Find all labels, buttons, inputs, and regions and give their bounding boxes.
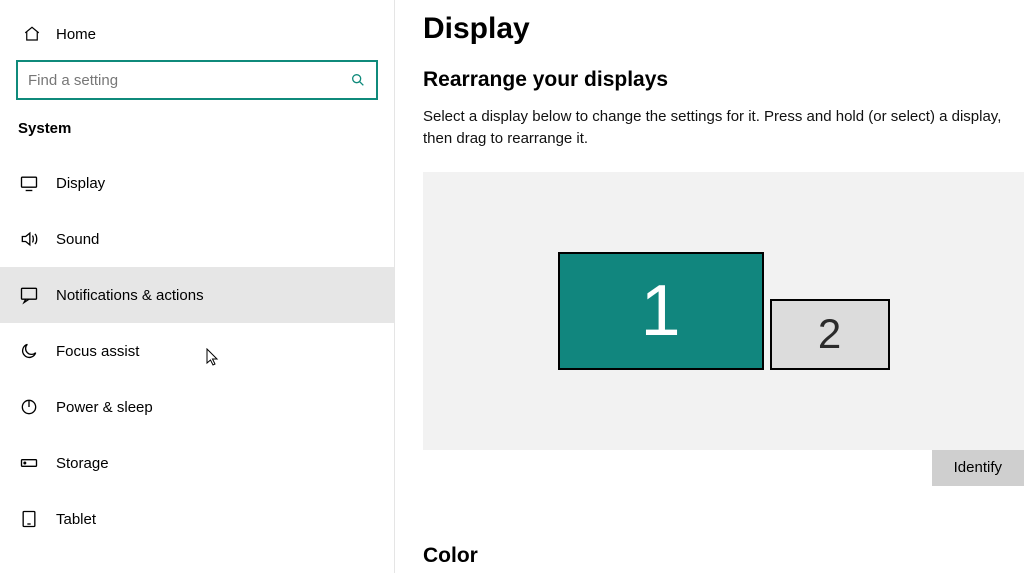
home-link[interactable]: Home: [0, 18, 394, 60]
sidebar-item-label: Storage: [56, 455, 109, 472]
home-label: Home: [56, 26, 96, 43]
rearrange-heading: Rearrange your displays: [423, 68, 1024, 92]
sidebar-item-notifications[interactable]: Notifications & actions: [0, 267, 394, 323]
sidebar-item-label: Tablet: [56, 511, 96, 528]
sidebar-item-label: Display: [56, 175, 105, 192]
storage-icon: [18, 452, 40, 474]
search-box[interactable]: [16, 60, 378, 100]
sidebar-item-power-sleep[interactable]: Power & sleep: [0, 379, 394, 435]
moon-icon: [18, 340, 40, 362]
identify-button[interactable]: Identify: [932, 450, 1024, 486]
monitor-1[interactable]: 1: [558, 252, 764, 370]
monitor-icon: [18, 172, 40, 194]
sidebar-item-label: Power & sleep: [56, 399, 153, 416]
main-content: Display Rearrange your displays Select a…: [395, 0, 1024, 573]
monitors-group: 1 2: [558, 252, 890, 370]
sidebar-section-title: System: [0, 120, 394, 155]
sidebar-item-label: Sound: [56, 231, 99, 248]
power-icon: [18, 396, 40, 418]
rearrange-description: Select a display below to change the set…: [423, 106, 1024, 150]
sidebar-item-tablet[interactable]: Tablet: [0, 491, 394, 547]
sidebar-item-label: Focus assist: [56, 343, 139, 360]
sidebar-item-focus-assist[interactable]: Focus assist: [0, 323, 394, 379]
display-arrangement-area[interactable]: 1 2 Identify: [423, 172, 1024, 450]
sidebar-item-storage[interactable]: Storage: [0, 435, 394, 491]
tablet-icon: [18, 508, 40, 530]
search-icon: [350, 72, 366, 88]
sidebar-item-label: Notifications & actions: [56, 287, 204, 304]
notifications-icon: [18, 284, 40, 306]
sidebar: Home System Display Sound Not: [0, 0, 395, 573]
sidebar-item-display[interactable]: Display: [0, 155, 394, 211]
nav-list: Display Sound Notifications & actions Fo…: [0, 155, 394, 547]
sound-icon: [18, 228, 40, 250]
page-title: Display: [423, 12, 1024, 46]
search-input[interactable]: [28, 72, 340, 89]
color-heading: Color: [423, 544, 1024, 568]
monitor-2[interactable]: 2: [770, 299, 890, 370]
home-icon: [22, 24, 42, 44]
sidebar-item-sound[interactable]: Sound: [0, 211, 394, 267]
search-wrap: [16, 60, 378, 100]
